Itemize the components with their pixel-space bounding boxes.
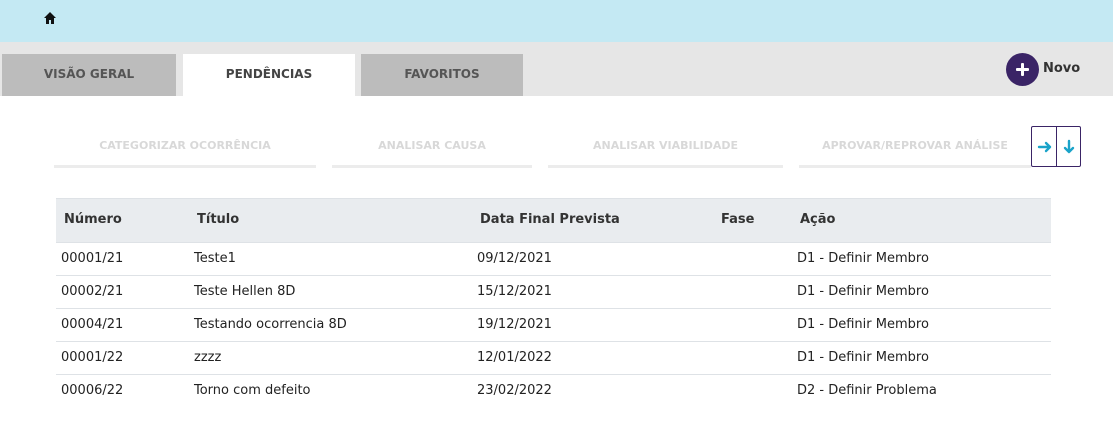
- cell-titulo: zzzz: [194, 350, 222, 365]
- phase-nav-controls: [1031, 126, 1081, 167]
- column-header-numero[interactable]: Número: [64, 212, 122, 227]
- new-button[interactable]: Novo: [1006, 52, 1080, 86]
- column-header-fase[interactable]: Fase: [721, 212, 754, 227]
- tab-strip: VISÃO GERAL PENDÊNCIAS FAVORITOS: [0, 42, 1113, 96]
- phase-tab-aprovar-reprovar-analise[interactable]: APROVAR/REPROVAR ANÁLISE: [799, 136, 1031, 168]
- arrow-right-icon[interactable]: [1035, 137, 1055, 157]
- cell-data: 19/12/2021: [477, 317, 552, 332]
- tab-pendencias[interactable]: PENDÊNCIAS: [183, 54, 355, 96]
- cell-data: 12/01/2022: [477, 350, 552, 365]
- cell-acao: D1 - Definir Membro: [797, 350, 929, 365]
- phase-tab-analisar-causa[interactable]: ANALISAR CAUSA: [332, 136, 532, 168]
- cell-acao: D1 - Definir Membro: [797, 251, 929, 266]
- phase-tab-analisar-viabilidade[interactable]: ANALISAR VIABILIDADE: [548, 136, 783, 168]
- tab-favoritos[interactable]: FAVORITOS: [361, 54, 523, 96]
- arrow-down-icon[interactable]: [1059, 137, 1079, 157]
- pending-table: Número Título Data Final Prevista Fase A…: [56, 198, 1051, 408]
- cell-data: 09/12/2021: [477, 251, 552, 266]
- cell-data: 23/02/2022: [477, 383, 552, 398]
- tab-visao-geral[interactable]: VISÃO GERAL: [2, 54, 176, 96]
- table-row[interactable]: 00002/21 Teste Hellen 8D 15/12/2021 D1 -…: [56, 276, 1051, 309]
- column-header-acao[interactable]: Ação: [800, 212, 835, 227]
- cell-acao: D2 - Definir Problema: [797, 383, 937, 398]
- table-row[interactable]: 00001/22 zzzz 12/01/2022 D1 - Definir Me…: [56, 342, 1051, 375]
- cell-titulo: Testando ocorrencia 8D: [194, 317, 347, 332]
- new-button-label: Novo: [1043, 60, 1081, 76]
- phase-tab-categorizar-ocorrencia[interactable]: CATEGORIZAR OCORRÊNCIA: [54, 136, 316, 168]
- cell-acao: D1 - Definir Membro: [797, 284, 929, 299]
- home-icon[interactable]: [43, 11, 57, 25]
- table-row[interactable]: 00006/22 Torno com defeito 23/02/2022 D2…: [56, 375, 1051, 408]
- plus-circle-icon: [1006, 52, 1039, 86]
- arrow-divider: [1056, 127, 1057, 166]
- cell-numero: 00001/21: [61, 251, 124, 266]
- column-header-data-final-prevista[interactable]: Data Final Prevista: [480, 212, 620, 227]
- cell-titulo: Teste1: [194, 251, 236, 266]
- cell-numero: 00004/21: [61, 317, 124, 332]
- cell-titulo: Torno com defeito: [194, 383, 311, 398]
- cell-acao: D1 - Definir Membro: [797, 317, 929, 332]
- cell-titulo: Teste Hellen 8D: [194, 284, 296, 299]
- table-row[interactable]: 00001/21 Teste1 09/12/2021 D1 - Definir …: [56, 243, 1051, 276]
- cell-numero: 00001/22: [61, 350, 124, 365]
- cell-numero: 00006/22: [61, 383, 124, 398]
- top-bar: [0, 0, 1113, 42]
- cell-data: 15/12/2021: [477, 284, 552, 299]
- table-header: Número Título Data Final Prevista Fase A…: [56, 198, 1051, 243]
- column-header-titulo[interactable]: Título: [197, 212, 239, 227]
- table-row[interactable]: 00004/21 Testando ocorrencia 8D 19/12/20…: [56, 309, 1051, 342]
- cell-numero: 00002/21: [61, 284, 124, 299]
